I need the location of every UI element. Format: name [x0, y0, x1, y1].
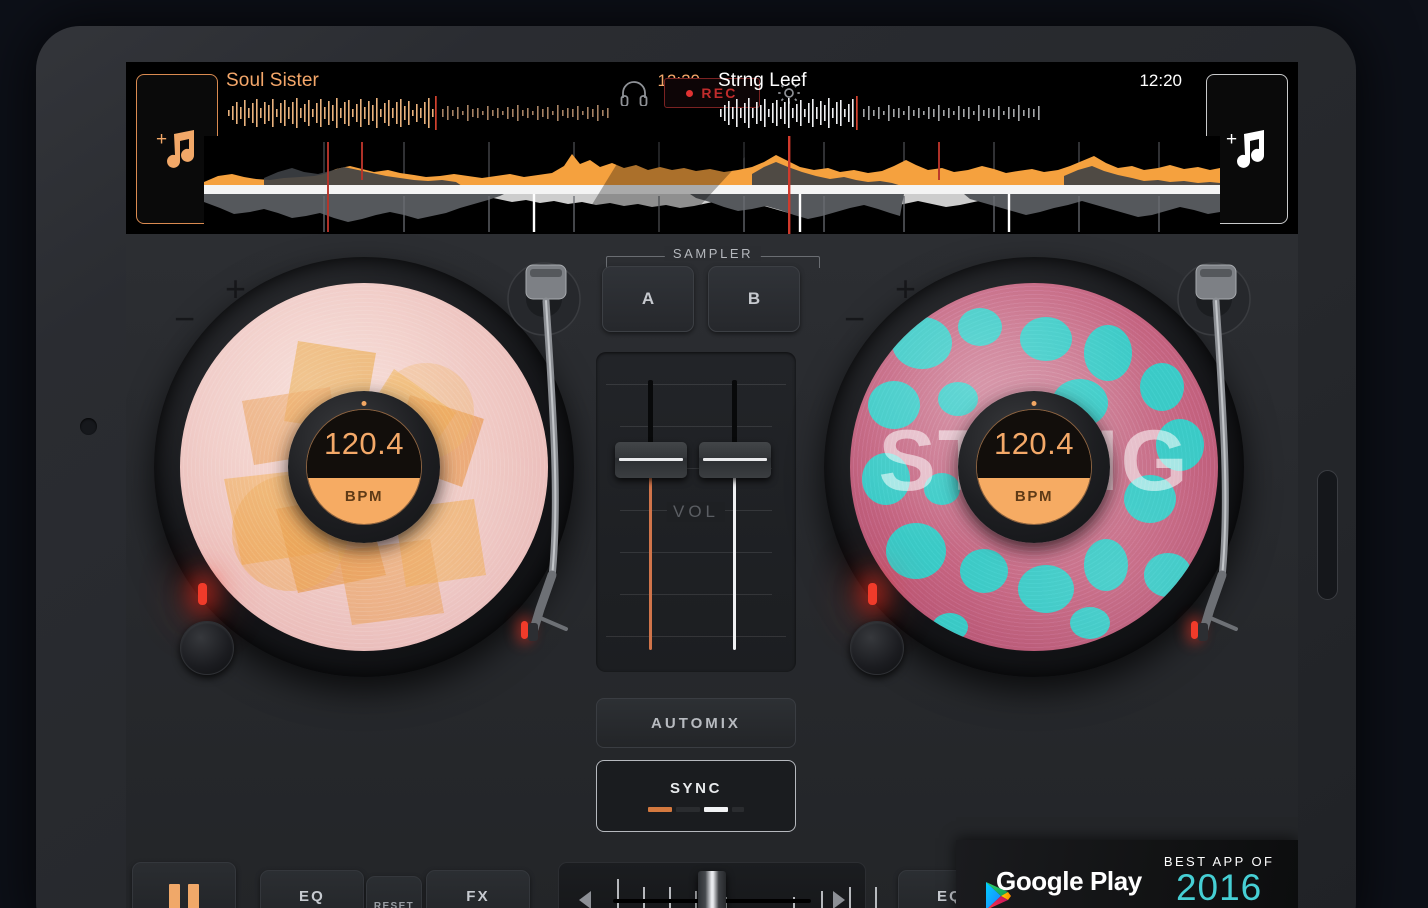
fx-button-deck-a[interactable]: FX [426, 870, 530, 908]
add-music-note-icon: + [1224, 125, 1270, 173]
deck-b-led-left [868, 583, 877, 605]
crossfader-handle[interactable] [698, 871, 726, 908]
pause-icon [169, 884, 199, 908]
arrow-left-icon[interactable] [579, 891, 591, 908]
bpm-value-area-deck-b: 120.4 [977, 410, 1091, 479]
sync-bar-2 [676, 807, 700, 812]
platter-deck-b[interactable]: STRNG 120.4 [824, 257, 1244, 677]
volume-fader-deck-b[interactable] [698, 380, 771, 650]
eq-button-deck-a[interactable]: EQ [260, 870, 364, 908]
google-play-award-badge: Google Play BEST APP OF 2016 [956, 840, 1298, 908]
crossfader[interactable] [558, 862, 903, 908]
bpm-value-area-deck-a: 120.4 [307, 410, 421, 479]
fader-handle-a[interactable] [614, 442, 687, 478]
deck-a-track-title: Soul Sister [226, 70, 319, 91]
sampler-pads: A B [602, 266, 800, 332]
svg-text:+: + [156, 129, 167, 150]
fader-track-bottom-b [733, 460, 736, 650]
center-mixer-column: SAMPLER A B VOL AUTOMIX SYNC [574, 240, 852, 908]
reset-button-deck-a[interactable]: RESET [366, 876, 422, 908]
deck-b-led-right [1191, 621, 1198, 639]
platter-deck-a[interactable]: 120.4 BPM [154, 257, 574, 677]
bpm-label-deck-b: BPM [1014, 488, 1054, 506]
sync-label: SYNC [669, 780, 723, 797]
eq-label-deck-a: EQ [298, 888, 326, 905]
main-waveform-display[interactable] [204, 136, 1220, 234]
award-text-block: BEST APP OF 2016 [1164, 854, 1274, 908]
sampler-label: SAMPLER [664, 246, 762, 261]
screenshot-root: + Soul Sister 12:20 [0, 0, 1428, 908]
bpm-inner-deck-b: 120.4 BPM [976, 409, 1092, 525]
sync-bar-1 [648, 807, 672, 812]
record-indicator-dot [686, 89, 694, 97]
deck-b-track-title: Strng Leef [718, 70, 807, 91]
power-knob-deck-a[interactable] [180, 621, 234, 675]
automix-button[interactable]: AUTOMIX [596, 698, 796, 748]
play-pause-button[interactable] [132, 862, 236, 908]
bpm-label-area-deck-b: BPM [977, 478, 1091, 524]
deck-a-led-left [198, 583, 207, 605]
sync-beat-indicator [648, 807, 744, 812]
sampler-section-header: SAMPLER [606, 246, 820, 268]
award-line-2: 2016 [1175, 867, 1263, 908]
bpm-value-deck-a: 120.4 [323, 426, 405, 462]
main-control-area: + − [126, 234, 1298, 908]
waveform-header: + Soul Sister 12:20 [126, 62, 1298, 234]
turntable-deck-a: + − [144, 249, 604, 719]
device-side-button[interactable] [1317, 470, 1338, 600]
volume-fader-deck-a[interactable] [614, 380, 687, 650]
device-camera-dot [80, 418, 97, 435]
app-screen: + Soul Sister 12:20 [126, 62, 1298, 908]
fader-handle-b[interactable] [698, 442, 771, 478]
bottom-control-bar: EQ RESET FX EQ Google Play BEST APP OF 2… [126, 840, 1298, 908]
bpm-label-area-deck-a: BPM [307, 478, 421, 524]
platter-position-marker-deck-a [361, 401, 367, 406]
deck-a-led-right [521, 621, 528, 639]
bpm-label-deck-a: BPM [344, 488, 384, 506]
platter-wrap-deck-b: STRNG 120.4 [824, 257, 1251, 681]
platter-wrap-deck-a: 120.4 BPM [154, 257, 581, 681]
power-knob-deck-b[interactable] [850, 621, 904, 675]
bpm-display-deck-a[interactable]: 120.4 BPM [288, 391, 440, 543]
sync-bar-4 [732, 807, 744, 812]
volume-label: VOL [666, 502, 726, 522]
arrow-right-icon[interactable] [833, 891, 845, 908]
bpm-display-deck-b[interactable]: 120.4 BPM [958, 391, 1110, 543]
headphone-icon[interactable] [620, 80, 648, 106]
sampler-pad-b[interactable]: B [708, 266, 800, 332]
sync-bar-3 [704, 807, 728, 812]
fader-track-bottom-a [649, 460, 652, 650]
turntable-deck-b: + − [814, 249, 1274, 719]
volume-fader-panel: VOL [596, 352, 796, 672]
add-music-note-icon: + [154, 125, 200, 173]
sync-button[interactable]: SYNC [596, 760, 796, 832]
fx-label-deck-a: FX [466, 888, 490, 905]
google-play-text: Google Play [996, 865, 1142, 896]
svg-text:+: + [1226, 129, 1237, 150]
bpm-value-deck-b: 120.4 [993, 426, 1075, 462]
platter-position-marker-deck-b [1031, 401, 1037, 406]
deck-b-mini-waveform[interactable] [718, 96, 1188, 130]
google-play-logo: Google Play [956, 865, 1142, 908]
sampler-pad-a[interactable]: A [602, 266, 694, 332]
reset-label-deck-a: RESET [373, 900, 415, 908]
deck-b-time: 12:20 [1139, 71, 1182, 90]
bpm-inner-deck-a: 120.4 BPM [306, 409, 422, 525]
